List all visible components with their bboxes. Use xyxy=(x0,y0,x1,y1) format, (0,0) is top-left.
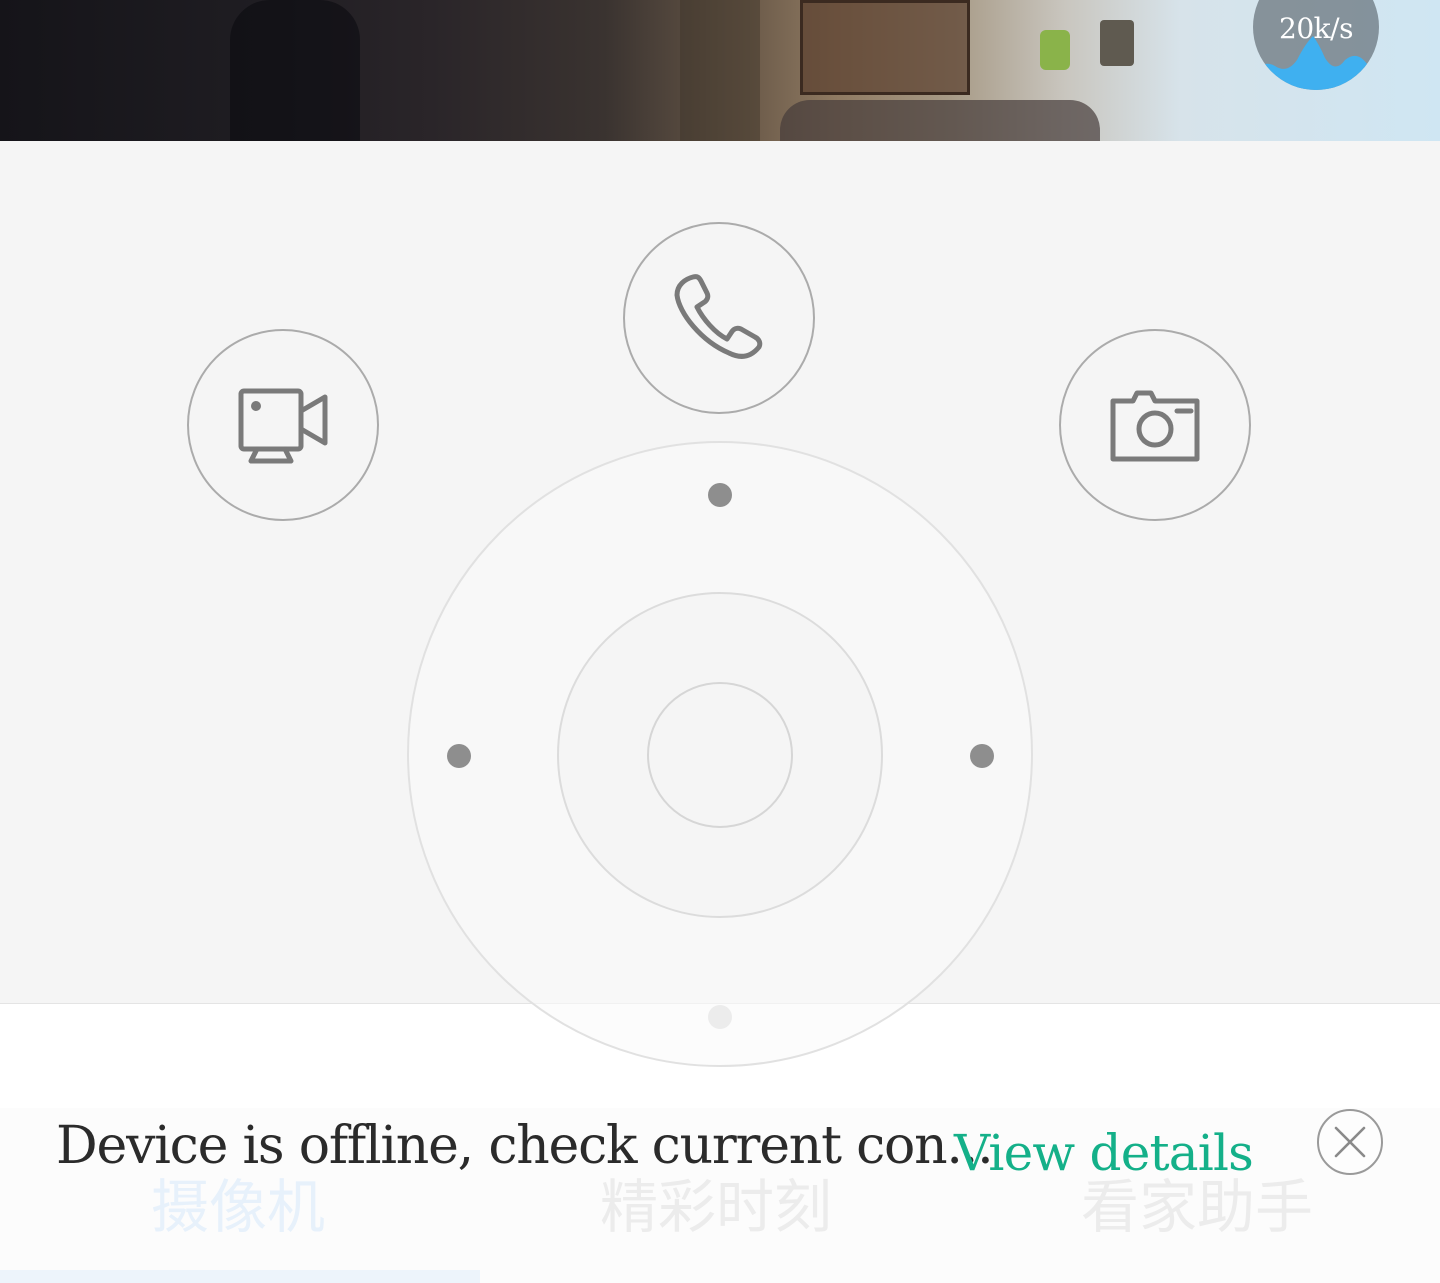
joystick-right-dot[interactable] xyxy=(970,744,994,768)
video-camera-icon xyxy=(238,388,328,464)
view-details-link[interactable]: View details xyxy=(954,1124,1254,1182)
joystick-up-dot[interactable] xyxy=(708,483,732,507)
offline-message: Device is offline, check current con... xyxy=(56,1116,994,1176)
camera-screen: 20k/s 摄像机 精彩时刻 看家助手 Device is offline, c… xyxy=(0,0,1440,1283)
camera-icon xyxy=(1110,390,1200,462)
offline-banner: Device is offline, check current con... … xyxy=(0,1104,1440,1200)
phone-icon xyxy=(674,274,763,359)
pan-tilt-joystick[interactable] xyxy=(407,441,1033,1067)
active-tab-indicator xyxy=(0,1270,480,1283)
camera-live-feed[interactable]: 20k/s xyxy=(0,0,1440,141)
speed-label: 20k/s xyxy=(1279,12,1353,45)
joystick-left-dot[interactable] xyxy=(447,744,471,768)
record-video-button[interactable] xyxy=(187,329,379,521)
close-banner-button[interactable] xyxy=(1317,1109,1383,1175)
voice-call-button[interactable] xyxy=(623,222,815,414)
network-speed-indicator: 20k/s xyxy=(1253,0,1379,90)
joystick-down-dot[interactable] xyxy=(708,1005,732,1029)
joystick-center[interactable] xyxy=(647,682,793,828)
close-icon xyxy=(1334,1126,1366,1158)
snapshot-button[interactable] xyxy=(1059,329,1251,521)
